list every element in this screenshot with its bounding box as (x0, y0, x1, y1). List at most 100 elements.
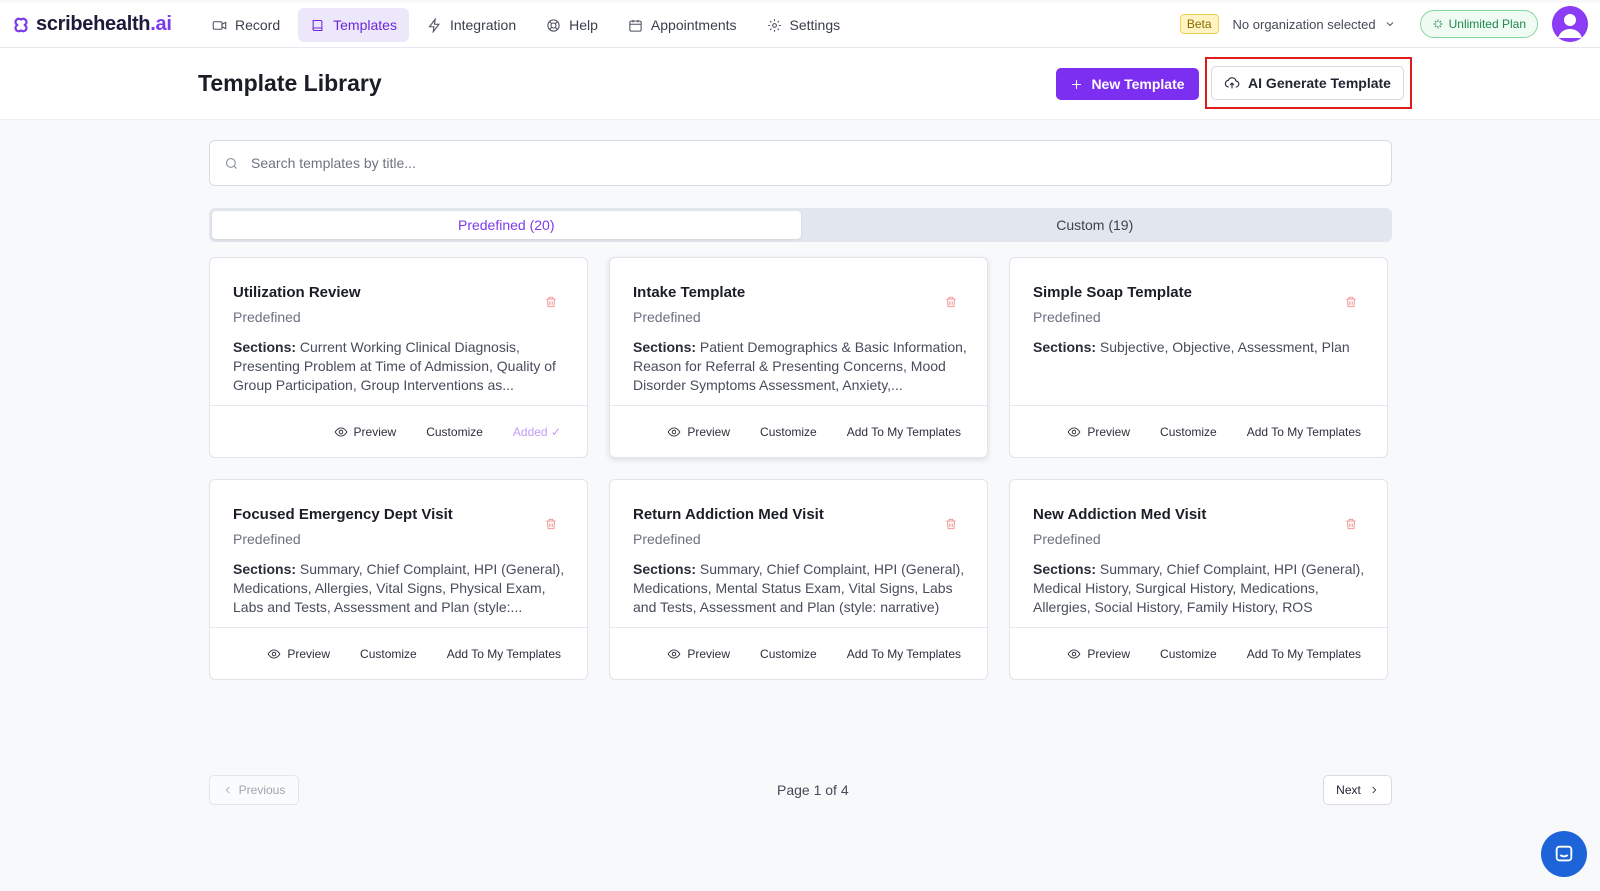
card-actions: Preview Customize Add To My Templates (1010, 627, 1387, 679)
card-type: Predefined (633, 531, 701, 547)
add-to-my-templates-button[interactable]: Add To My Templates (847, 647, 961, 661)
card-title: Focused Emergency Dept Visit (233, 506, 453, 523)
card-actions: Preview Customize Add To My Templates (610, 627, 987, 679)
beta-badge: Beta (1179, 14, 1219, 34)
card-sections: Sections: Current Working Clinical Diagn… (233, 339, 556, 393)
search-input[interactable] (251, 155, 1351, 171)
calendar-icon (629, 19, 642, 32)
customize-button[interactable]: Customize (1160, 647, 1217, 661)
tab-predefined[interactable]: Predefined (20) (212, 211, 801, 239)
topbar-right: Beta No organization selected Unlimited … (1179, 6, 1588, 42)
page-indicator: Page 1 of 4 (777, 782, 849, 798)
eye-icon (667, 426, 681, 437)
card-type: Predefined (233, 309, 301, 325)
preview-button[interactable]: Preview (1067, 647, 1130, 661)
new-template-button[interactable]: New Template (1056, 68, 1199, 100)
template-card[interactable]: Simple Soap Template Predefined Sections: … (1009, 257, 1388, 458)
card-title: Intake Template (633, 284, 746, 301)
nav-settings[interactable]: Settings (755, 8, 853, 42)
preview-button[interactable]: Preview (667, 647, 730, 661)
video-icon (212, 20, 227, 30)
template-card[interactable]: Focused Emergency Dept Visit Predefined Se… (209, 479, 588, 680)
organization-selector[interactable]: No organization selected (1233, 17, 1396, 32)
add-to-my-templates-button[interactable]: Add To My Templates (1247, 425, 1361, 439)
book-icon (312, 19, 323, 31)
card-sections: Sections: Summary, Chief Complaint, HPI … (633, 561, 965, 615)
lightning-icon (428, 17, 440, 33)
trash-icon (946, 296, 956, 308)
delete-button[interactable] (544, 294, 558, 310)
eye-icon (1067, 426, 1081, 437)
card-actions: Preview Customize Add To My Templates (610, 405, 987, 457)
user-avatar[interactable] (1552, 6, 1588, 42)
template-card[interactable]: Return Addiction Med Visit Predefined Sect… (609, 479, 988, 680)
card-actions: Preview Customize Add To My Templates (1010, 405, 1387, 457)
tab-custom[interactable]: Custom (19) (801, 211, 1390, 239)
template-tabs: Predefined (20) Custom (19) (209, 208, 1392, 242)
delete-button[interactable] (944, 516, 958, 532)
delete-button[interactable] (1344, 516, 1358, 532)
top-navbar: scribehealth.ai Record Templates Integra… (0, 3, 1600, 48)
nav-integration[interactable]: Integration (415, 8, 528, 42)
customize-button[interactable]: Customize (426, 425, 483, 439)
trash-icon (1346, 518, 1356, 530)
cloud-upload-icon (1224, 77, 1240, 89)
nav-templates[interactable]: Templates (298, 8, 409, 42)
preview-button[interactable]: Preview (1067, 425, 1130, 439)
customize-button[interactable]: Customize (360, 647, 417, 661)
previous-button[interactable]: Previous (209, 775, 299, 805)
gear-icon (767, 18, 781, 32)
template-card[interactable]: Utilization Review Predefined Sections: Cu… (209, 257, 588, 458)
brand-name: scribehealth.ai (36, 13, 172, 35)
trash-icon (546, 518, 556, 530)
next-button[interactable]: Next (1323, 775, 1392, 805)
template-card[interactable]: Intake Template Predefined Sections: Patie… (609, 257, 988, 458)
customize-button[interactable]: Customize (1160, 425, 1217, 439)
user-icon (1552, 6, 1588, 42)
sparkle-icon (1433, 19, 1443, 29)
logo-icon (14, 17, 28, 32)
preview-button[interactable]: Preview (267, 647, 330, 661)
customize-button[interactable]: Customize (760, 425, 817, 439)
delete-button[interactable] (1344, 294, 1358, 310)
nav-record[interactable]: Record (200, 8, 292, 42)
delete-button[interactable] (544, 516, 558, 532)
chevron-left-icon (225, 786, 230, 794)
plus-icon (1072, 79, 1082, 89)
template-card[interactable]: New Addiction Med Visit Predefined Section… (1009, 479, 1388, 680)
ai-generate-template-button[interactable]: AI Generate Template (1211, 66, 1404, 100)
add-to-my-templates-button[interactable]: Add To My Templates (847, 425, 961, 439)
add-to-my-templates-button[interactable]: Add To My Templates (447, 647, 561, 661)
page-header: Template Library New Template AI Generat… (0, 48, 1600, 120)
card-type: Predefined (233, 531, 301, 547)
chevron-right-icon (1372, 786, 1377, 794)
card-actions: Preview Customize Add To My Templates (210, 627, 587, 679)
card-type: Predefined (633, 309, 701, 325)
eye-icon (1067, 648, 1081, 659)
trash-icon (546, 296, 556, 308)
card-sections: Sections: Summary, Chief Complaint, HPI … (1033, 561, 1365, 615)
add-to-my-templates-button[interactable]: Add To My Templates (1247, 647, 1361, 661)
brand-logo[interactable]: scribehealth.ai (10, 13, 172, 36)
preview-button[interactable]: Preview (667, 425, 730, 439)
card-sections: Sections: Summary, Chief Complaint, HPI … (233, 561, 565, 615)
nav-appointments[interactable]: Appointments (616, 8, 749, 42)
search-icon (225, 157, 237, 169)
customize-button[interactable]: Customize (760, 647, 817, 661)
eye-icon (267, 648, 281, 659)
preview-button[interactable]: Preview (334, 425, 396, 439)
card-title: Simple Soap Template (1033, 284, 1192, 301)
added-status: Added ✓ (512, 424, 561, 439)
card-actions: Preview Customize Added ✓ (210, 405, 587, 457)
chevron-down-icon (1386, 22, 1393, 27)
card-type: Predefined (1033, 531, 1101, 547)
main-nav: Record Templates Integration Help Appoin… (200, 8, 852, 42)
nav-help[interactable]: Help (534, 8, 610, 42)
delete-button[interactable] (944, 294, 958, 310)
trash-icon (1346, 296, 1356, 308)
eye-icon (334, 426, 347, 437)
plan-badge[interactable]: Unlimited Plan (1419, 10, 1538, 38)
chat-launcher-button[interactable] (1541, 831, 1587, 877)
lifebuoy-icon (547, 18, 560, 32)
eye-icon (667, 648, 681, 659)
